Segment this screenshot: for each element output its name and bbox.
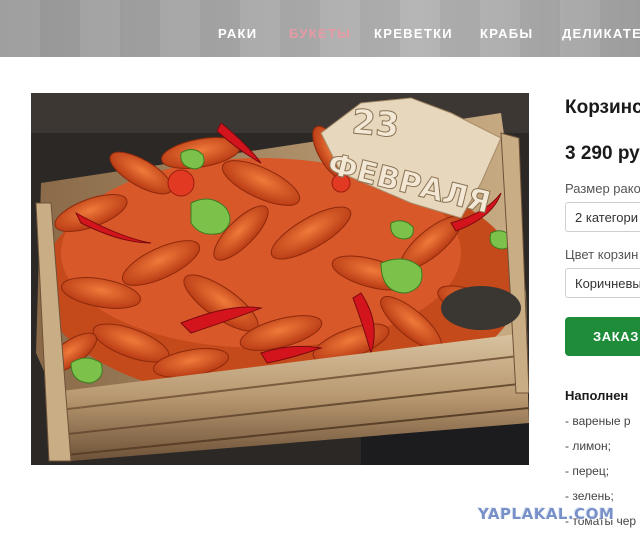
header-bar: РАКИ БУКЕТЫ КРЕВЕТКИ КРАБЫ ДЕЛИКАТЕ <box>0 0 640 57</box>
nav-item-bukety[interactable]: БУКЕТЫ <box>289 26 351 41</box>
size-select[interactable]: 2 категори <box>565 202 640 232</box>
nav-item-raki[interactable]: РАКИ <box>218 26 257 41</box>
main-nav: РАКИ БУКЕТЫ КРЕВЕТКИ КРАБЫ ДЕЛИКАТЕ <box>0 26 640 46</box>
list-item: - перец; <box>565 464 610 478</box>
filling-title: Наполнен <box>565 388 629 403</box>
crayfish-basket-image: 23 ФЕВРАЛЯ <box>31 93 529 465</box>
product-price: 3 290 ру <box>565 143 640 164</box>
basket-color-select[interactable]: Коричневы <box>565 268 640 298</box>
list-item: - вареные р <box>565 414 631 428</box>
order-button[interactable]: ЗАКАЗ <box>565 317 640 356</box>
product-photo[interactable]: 23 ФЕВРАЛЯ <box>31 93 529 465</box>
basket-color-label: Цвет корзин <box>565 247 639 262</box>
size-label: Размер рако <box>565 181 640 196</box>
watermark: YAPLAKAL.COM <box>478 505 615 523</box>
product-title: Корзинс <box>565 97 640 118</box>
nav-item-krevetki[interactable]: КРЕВЕТКИ <box>374 26 453 41</box>
list-item: - лимон; <box>565 439 611 453</box>
sign-number: 23 <box>350 102 401 146</box>
nav-item-kraby[interactable]: КРАБЫ <box>480 26 533 41</box>
nav-item-delikatesy[interactable]: ДЕЛИКАТЕ <box>562 26 640 41</box>
